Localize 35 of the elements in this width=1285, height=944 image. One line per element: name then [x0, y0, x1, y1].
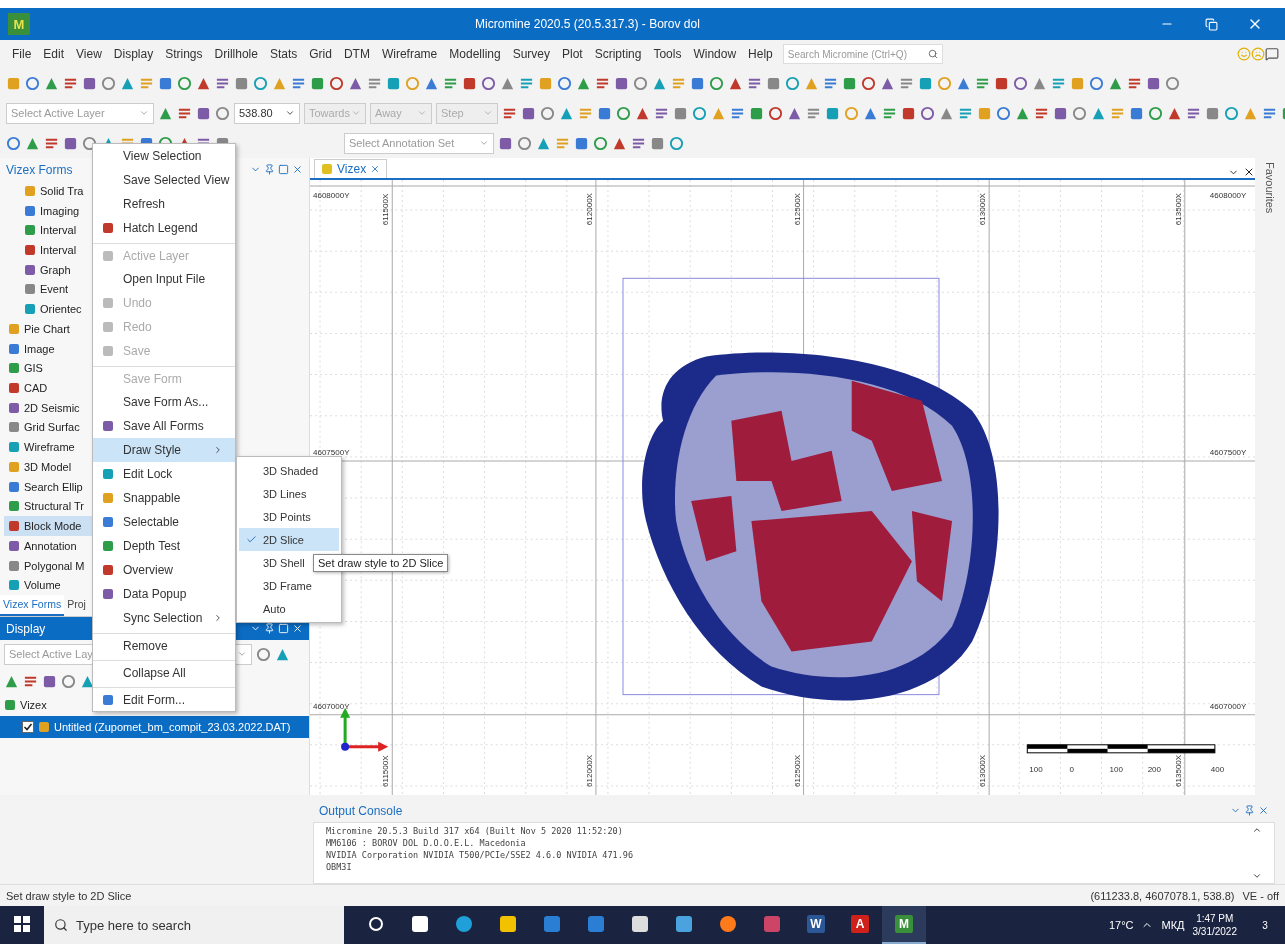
- console-line: NVIDIA Corporation NVIDIA T500/PCIe/SSE2 4.6.0 NVIDIA 471.96: [326, 849, 634, 861]
- x-coordinate-label: 611500X: [381, 193, 391, 226]
- scale-label: 100: [1029, 764, 1043, 774]
- x-coordinate-label: 612000X: [584, 193, 594, 226]
- scale-label: 200: [1147, 764, 1162, 774]
- console-line: Micromine 20.5.3 Build 317 x64 (Built Nov 5 2020 11:52:20): [326, 825, 624, 837]
- y-coordinate-label: 4608000Y: [313, 191, 350, 201]
- panel-title: Vizex Forms: [6, 162, 73, 177]
- y-coordinate-label: 4607500Y: [1209, 447, 1247, 457]
- panel-title: Display: [6, 621, 46, 636]
- vertical-exaggeration: VE - off: [1242, 889, 1279, 902]
- layer-name: Untitled (Zupomet_bm_compit_23.03.2022.DAT): [54, 721, 291, 733]
- x-coordinate-label: 612000X: [584, 754, 594, 787]
- x-coordinate-label: 613500X: [1173, 754, 1183, 787]
- y-coordinate-label: 4607000Y: [313, 701, 350, 711]
- y-coordinate-label: 4607500Y: [313, 447, 350, 457]
- x-coordinate-label: 613500X: [1173, 193, 1183, 226]
- x-coordinate-label: 613000X: [978, 754, 988, 787]
- cursor-coordinates: (611233.8, 4607078.1, 538.8): [1090, 889, 1235, 902]
- x-coordinate-label: 611500X: [381, 755, 391, 787]
- y-coordinate-label: 4608000Y: [1209, 191, 1247, 201]
- x-coordinate-label: 612500X: [792, 754, 802, 787]
- status-message: Set draw style to 2D Slice: [6, 889, 132, 902]
- y-coordinate-label: 4607000Y: [1209, 701, 1247, 711]
- tooltip: Set draw style to 2D Slice: [313, 554, 449, 572]
- app-logo: M: [8, 13, 30, 35]
- x-coordinate-label: 612500X: [792, 193, 802, 226]
- console-line: OBM3I: [326, 861, 353, 873]
- panel-title: Output Console: [319, 803, 403, 818]
- x-coordinate-label: 613000X: [978, 193, 988, 226]
- scale-label: 0: [1069, 764, 1074, 774]
- console-line: MM6106 : BOROV DOL D.O.O.E.L. Macedonia: [326, 837, 527, 849]
- scale-label: 100: [1109, 764, 1123, 774]
- window-title: Micromine 2020.5 (20.5.317.3) - Borov dol: [474, 17, 701, 31]
- scale-label: 400: [1210, 764, 1225, 774]
